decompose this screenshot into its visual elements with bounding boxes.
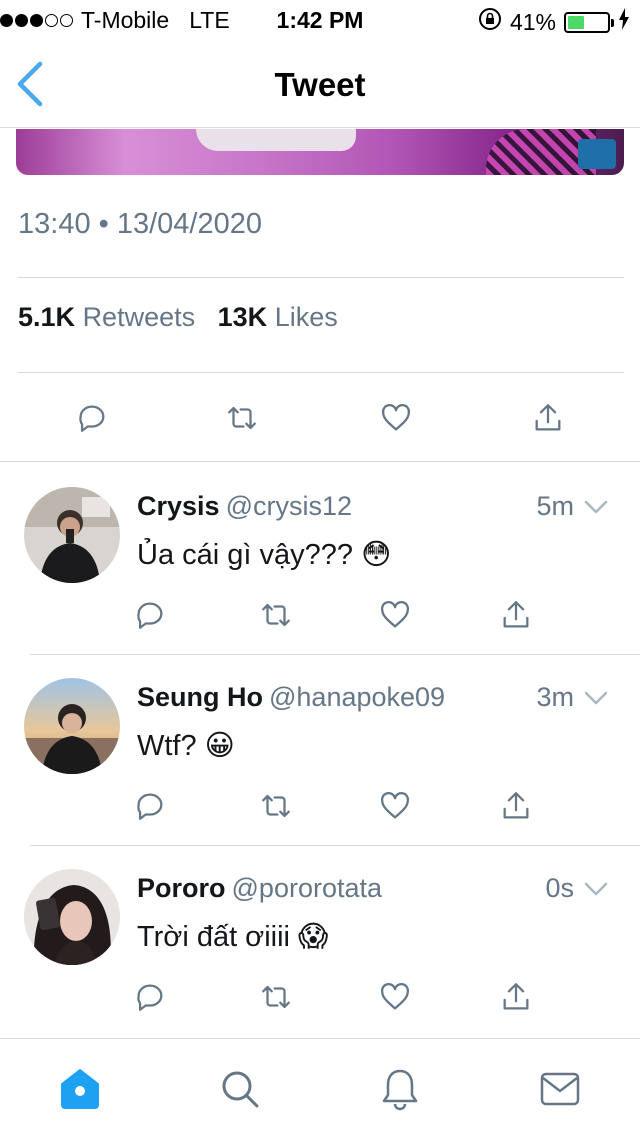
divider (30, 654, 640, 655)
reply-button[interactable] (70, 396, 114, 440)
retweet-button[interactable] (254, 593, 298, 637)
tab-bar (0, 1038, 640, 1136)
reply-header: Pororo @pororotata (137, 873, 382, 904)
tweet-action-bar (0, 388, 640, 448)
tweet-stats: 5.1K Retweets 13K Likes (18, 302, 338, 333)
status-bar: T-Mobile LTE 1:42 PM 41% (0, 0, 640, 40)
reply-tweet[interactable]: Seung Ho @hanapoke09 3m Wtf? 😀 (0, 678, 640, 848)
reply-text: Wtf? 😀 (137, 730, 235, 762)
share-button[interactable] (494, 593, 538, 637)
share-button[interactable] (494, 975, 538, 1019)
likes-stat[interactable]: 13K Likes (218, 302, 338, 332)
like-icon (380, 982, 410, 1010)
like-button[interactable] (373, 593, 417, 637)
battery-percent: 41% (509, 8, 556, 35)
reply-time: 5m (536, 491, 574, 521)
divider (18, 277, 624, 278)
like-button[interactable] (374, 396, 418, 440)
nav-bar: Tweet (0, 40, 640, 128)
share-button[interactable] (494, 784, 538, 828)
page-title: Tweet (274, 66, 366, 103)
reply-header: Crysis @crysis12 (137, 491, 352, 522)
reply-button[interactable] (128, 784, 172, 828)
retweet-icon (262, 794, 290, 818)
like-icon (380, 791, 410, 819)
retweet-icon (262, 985, 290, 1009)
tab-search[interactable] (216, 1065, 264, 1113)
display-name[interactable]: Crysis (137, 491, 220, 521)
like-icon (380, 600, 410, 628)
reply-button[interactable] (128, 593, 172, 637)
share-button[interactable] (526, 396, 570, 440)
tweet-timestamp: 13:40 • 13/04/2020 (18, 208, 262, 240)
reply-icon (79, 405, 105, 432)
chevron-down-icon[interactable] (582, 495, 610, 519)
like-icon (381, 403, 411, 431)
tab-messages[interactable] (536, 1065, 584, 1113)
like-button[interactable] (373, 784, 417, 828)
avatar[interactable] (24, 869, 120, 965)
chevron-down-icon[interactable] (582, 877, 610, 901)
reply-icon (137, 602, 163, 629)
reply-tweet[interactable]: Crysis @crysis12 5m Ủa cái gì vậy??? 😳 (0, 487, 640, 657)
charging-icon (618, 8, 630, 36)
reply-icon (137, 984, 163, 1011)
display-name[interactable]: Seung Ho (137, 682, 263, 712)
messages-icon (540, 1072, 580, 1106)
home-icon (61, 1069, 99, 1109)
retweet-icon (262, 603, 290, 627)
divider (0, 461, 640, 462)
avatar[interactable] (24, 487, 120, 583)
retweet-button[interactable] (254, 784, 298, 828)
chevron-down-icon[interactable] (582, 686, 610, 710)
orientation-lock-icon (478, 7, 502, 37)
username[interactable]: @crysis12 (226, 491, 352, 521)
share-icon (503, 983, 529, 1010)
notifications-icon (382, 1069, 418, 1111)
divider (30, 845, 640, 846)
reply-button[interactable] (128, 975, 172, 1019)
reply-tweet[interactable]: Pororo @pororotata 0s Trời đất ơiiii 😱 (0, 869, 640, 1039)
like-button[interactable] (373, 975, 417, 1019)
display-name[interactable]: Pororo (137, 873, 226, 903)
reply-icon (137, 793, 163, 820)
share-icon (503, 601, 529, 628)
reply-text: Ủa cái gì vậy??? 😳 (137, 539, 392, 571)
reply-text: Trời đất ơiiii 😱 (137, 921, 329, 953)
search-icon (222, 1071, 259, 1108)
reply-time: 0s (545, 873, 574, 903)
divider (18, 372, 624, 373)
username[interactable]: @pororotata (232, 873, 383, 903)
retweet-button[interactable] (220, 396, 264, 440)
share-icon (535, 404, 561, 431)
retweet-icon (228, 406, 256, 430)
tweet-media-image[interactable] (16, 129, 624, 175)
share-icon (503, 792, 529, 819)
reply-time: 3m (536, 682, 574, 712)
retweets-stat[interactable]: 5.1K Retweets (18, 302, 195, 332)
avatar[interactable] (24, 678, 120, 774)
tab-notifications[interactable] (376, 1065, 424, 1113)
reply-header: Seung Ho @hanapoke09 (137, 682, 445, 713)
username[interactable]: @hanapoke09 (269, 682, 445, 712)
battery-icon (564, 11, 614, 33)
retweet-button[interactable] (254, 975, 298, 1019)
tab-home[interactable] (56, 1065, 104, 1113)
